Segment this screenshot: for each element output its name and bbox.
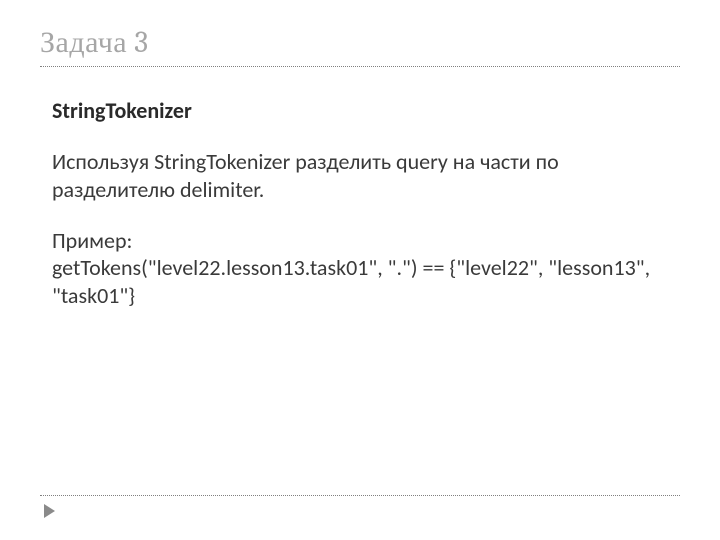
divider-top — [40, 66, 680, 67]
arrow-right-icon — [44, 504, 55, 518]
content-subtitle: StringTokenizer — [52, 97, 680, 124]
content-description: Используя StringTokenizer разделить quer… — [52, 148, 652, 203]
slide-footer — [40, 495, 680, 518]
divider-bottom — [40, 495, 680, 496]
example-label: Пример: — [52, 227, 680, 254]
slide-title: Задача 3 — [40, 25, 680, 60]
slide-container: Задача 3 StringTokenizer Используя Strin… — [0, 0, 720, 540]
example-code: getTokens("level22.lesson13.task01", "."… — [52, 254, 652, 309]
slide-content: StringTokenizer Используя StringTokenize… — [40, 97, 680, 309]
